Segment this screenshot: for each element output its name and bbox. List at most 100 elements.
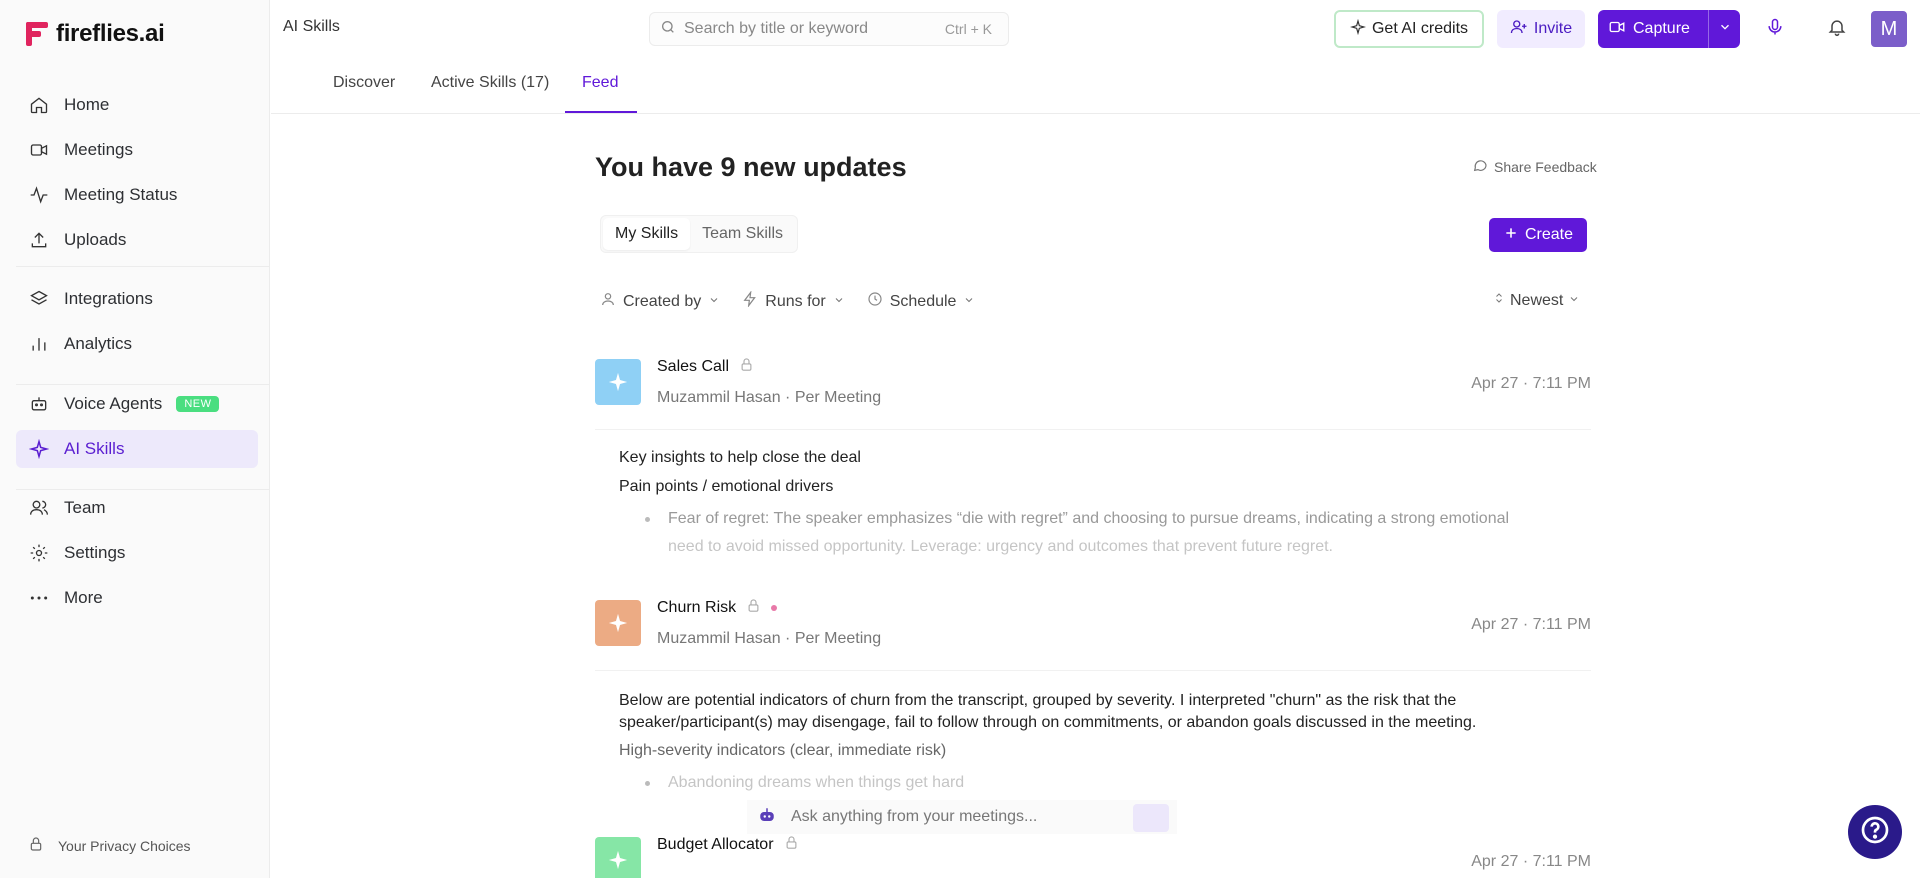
chevron-down-icon (1718, 20, 1732, 39)
sort-icon (1493, 291, 1505, 310)
meta-separator: · (785, 630, 795, 647)
card-date-day: Apr 27 (1471, 375, 1519, 392)
sort-dropdown[interactable]: Newest (1493, 291, 1580, 310)
sparkle-icon (28, 438, 50, 460)
clock-icon (867, 291, 883, 312)
nav-group-ai: Voice Agents NEW AI Skills (16, 385, 258, 475)
send-button[interactable] (1133, 804, 1169, 832)
capture-main[interactable]: Capture (1598, 10, 1708, 48)
share-feedback-link[interactable]: Share Feedback (1472, 157, 1597, 176)
filter-schedule[interactable]: Schedule (867, 291, 976, 312)
subtab-my-skills[interactable]: My Skills (603, 218, 691, 250)
card-body-line: Key insights to help close the deal (619, 449, 861, 466)
skill-icon (595, 837, 641, 878)
logo[interactable]: fireflies.ai (26, 20, 165, 48)
plus-icon (1503, 225, 1519, 246)
get-ai-credits-button[interactable]: Get AI credits (1334, 10, 1484, 48)
avatar[interactable]: M (1871, 11, 1907, 47)
active-tab-indicator (565, 111, 637, 113)
card-body-line: Pain points / emotional drivers (619, 478, 834, 495)
sparkle-icon (1349, 18, 1367, 40)
card-header: Budget Allocator Apr 27 · 7:11 PM (595, 833, 1591, 878)
sidebar-item-home[interactable]: Home (16, 86, 258, 124)
meta-separator: · (1522, 853, 1533, 870)
sidebar-item-integrations[interactable]: Integrations (16, 280, 258, 318)
card-meta: Muzammil Hasan · Per Meeting (657, 389, 881, 407)
assistant-bot-icon (757, 806, 777, 829)
bullet-dot (645, 517, 650, 522)
sidebar-item-meeting-status[interactable]: Meeting Status (16, 176, 258, 214)
fireflies-logo-icon (26, 22, 48, 46)
sidebar-item-analytics[interactable]: Analytics (16, 325, 258, 363)
tab-feed[interactable]: Feed (582, 74, 618, 92)
card-body-subheading: High-severity indicators (clear, immedia… (619, 742, 947, 759)
help-button[interactable] (1848, 805, 1902, 859)
ask-meetings-input[interactable]: Ask anything from your meetings... (747, 800, 1177, 834)
users-icon (28, 497, 50, 519)
filter-runs-for[interactable]: Runs for (742, 290, 844, 312)
sidebar: fireflies.ai Home Meetings Meeting Statu… (0, 0, 270, 878)
card-date-time: 7:11 PM (1532, 616, 1591, 633)
create-button[interactable]: Create (1489, 218, 1587, 252)
feed-card-churn-risk[interactable]: Churn Risk Muzammil Hasan · Per Meeting … (595, 596, 1591, 826)
card-meta: Muzammil Hasan · Per Meeting (657, 630, 881, 648)
sidebar-item-meetings[interactable]: Meetings (16, 131, 258, 169)
card-date: Apr 27 · 7:11 PM (1471, 375, 1591, 393)
lightning-icon (742, 290, 758, 312)
skills-tabs: Discover Active Skills (17) Feed (271, 58, 1920, 114)
meta-separator: · (1522, 616, 1533, 633)
sidebar-item-team[interactable]: Team (16, 489, 258, 527)
feed-card-sales-call[interactable]: Sales Call Muzammil Hasan · Per Meeting … (595, 355, 1591, 565)
card-divider (595, 429, 1591, 430)
card-date-time: 7:11 PM (1532, 853, 1591, 870)
bullet-text: Fear of regret: The speaker emphasizes “… (668, 510, 1510, 527)
microphone-button[interactable] (1762, 16, 1788, 42)
sidebar-item-label: Uploads (64, 230, 127, 249)
home-icon (28, 94, 50, 116)
notifications-button[interactable] (1824, 16, 1850, 42)
sidebar-item-uploads[interactable]: Uploads (16, 221, 258, 259)
nav-group-account: Team Settings More (16, 489, 258, 624)
video-icon (28, 139, 50, 161)
sidebar-item-label: Team (64, 498, 106, 517)
card-title: Sales Call (657, 357, 754, 377)
lock-icon (28, 836, 44, 855)
invite-label: Invite (1533, 20, 1573, 37)
chevron-down-icon (708, 293, 720, 311)
search-placeholder: Search by title or keyword (684, 20, 869, 37)
search-input[interactable]: Search by title or keyword Ctrl + K (649, 12, 1009, 46)
sidebar-item-ai-skills[interactable]: AI Skills (16, 430, 258, 468)
subtab-team-skills[interactable]: Team Skills (690, 218, 795, 250)
sidebar-item-settings[interactable]: Settings (16, 534, 258, 572)
bar-chart-icon (28, 333, 50, 355)
feed-heading: You have 9 new updates (595, 152, 907, 182)
bullet-text: need to avoid missed opportunity. Levera… (668, 538, 1333, 555)
filter-label: Schedule (889, 292, 957, 310)
feed-card-budget-allocator[interactable]: Budget Allocator Apr 27 · 7:11 PM (595, 833, 1591, 878)
card-body: Below are potential indicators of churn … (619, 690, 1579, 797)
sidebar-item-label: Integrations (64, 289, 153, 308)
capture-button[interactable]: Capture (1598, 10, 1740, 48)
filter-created-by[interactable]: Created by (600, 291, 720, 312)
invite-button[interactable]: Invite (1497, 10, 1585, 48)
topbar: AI Skills Search by title or keyword Ctr… (271, 0, 1920, 58)
sidebar-item-voice-agents[interactable]: Voice Agents NEW (16, 385, 258, 423)
tab-active-skills[interactable]: Active Skills (17) (431, 74, 549, 92)
get-ai-credits-label: Get AI credits (1371, 20, 1469, 37)
capture-dropdown[interactable] (1708, 10, 1740, 48)
ask-placeholder: Ask anything from your meetings... (791, 808, 1038, 825)
help-icon (1859, 814, 1891, 851)
video-icon (1608, 18, 1626, 41)
card-date-day: Apr 27 (1471, 616, 1519, 633)
app-name: fireflies.ai (56, 20, 165, 47)
feed-main: You have 9 new updates Share Feedback My… (271, 115, 1920, 878)
chat-bubble-icon (1472, 157, 1488, 176)
bullet-text-block: Fear of regret: The speaker emphasizes “… (668, 505, 1509, 561)
privacy-choices-link[interactable]: Your Privacy Choices (28, 836, 191, 855)
card-title: Churn Risk (657, 598, 778, 618)
lock-icon (746, 598, 761, 618)
sidebar-item-more[interactable]: More (16, 579, 258, 617)
meta-separator: · (1522, 375, 1533, 392)
sidebar-item-label: Settings (64, 543, 126, 562)
tab-discover[interactable]: Discover (333, 74, 395, 92)
